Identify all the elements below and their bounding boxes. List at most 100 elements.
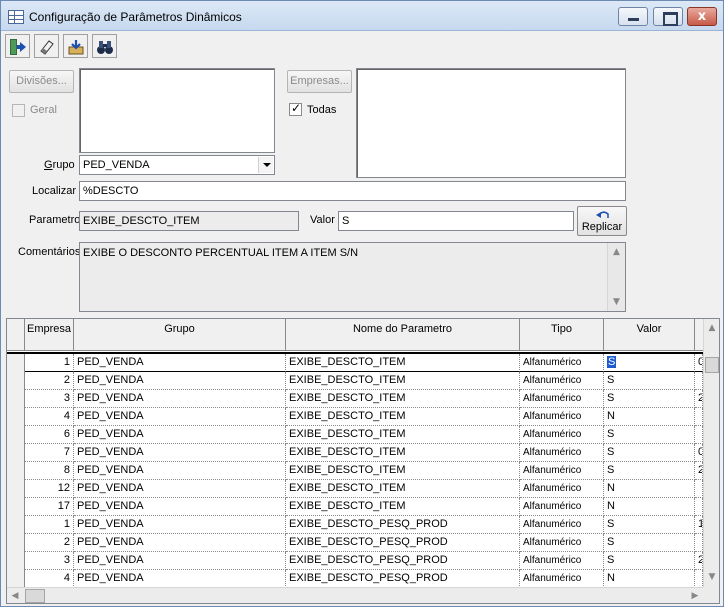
cell-tipo[interactable]: Alfanumérico <box>520 444 604 462</box>
cell-empresa[interactable]: 17 <box>25 498 74 516</box>
table-row[interactable]: 4 PED_VENDA EXIBE_DESCTO_PESQ_PROD Alfanumé… <box>7 570 703 588</box>
cell-nome-parametro[interactable]: EXIBE_DESCTO_ITEM <box>286 462 520 480</box>
table-row[interactable]: 2 PED_VENDA EXIBE_DESCTO_PESQ_PROD Alfanumé… <box>7 534 703 552</box>
cell-grupo[interactable]: PED_VENDA <box>74 516 286 534</box>
cell-tipo[interactable]: Alfanumérico <box>520 534 604 552</box>
cell-nome-parametro[interactable]: EXIBE_DESCTO_ITEM <box>286 498 520 516</box>
cell-empresa[interactable]: 4 <box>25 570 74 588</box>
cell-valor[interactable]: N <box>604 408 695 426</box>
clear-button[interactable] <box>34 34 59 58</box>
cell-next-column[interactable] <box>695 534 703 552</box>
grid-vertical-scrollbar[interactable]: ▲ ▼ <box>703 319 719 587</box>
cell-tipo[interactable]: Alfanumérico <box>520 516 604 534</box>
cell-nome-parametro[interactable]: EXIBE_DESCTO_PESQ_PROD <box>286 516 520 534</box>
table-row[interactable]: 3 PED_VENDA EXIBE_DESCTO_PESQ_PROD Alfanumé… <box>7 552 703 570</box>
cell-valor[interactable]: S <box>604 390 695 408</box>
cell-next-column[interactable]: 1 <box>695 516 703 534</box>
table-row[interactable]: 6 PED_VENDA EXIBE_DESCTO_ITEM Alfanumérico S <box>7 426 703 444</box>
grid-horizontal-scrollbar[interactable]: ◀ ▶ <box>7 587 703 603</box>
cell-next-column[interactable]: 0 <box>695 444 703 462</box>
cell-empresa[interactable]: 2 <box>25 372 74 390</box>
divisoes-button[interactable]: Divisões... <box>9 70 74 93</box>
cell-tipo[interactable]: Alfanumérico <box>520 408 604 426</box>
cell-valor[interactable]: S <box>604 354 695 372</box>
table-row[interactable]: 8 PED_VENDA EXIBE_DESCTO_ITEM Alfanumérico S… <box>7 462 703 480</box>
minimize-button[interactable] <box>618 7 648 26</box>
cell-grupo[interactable]: PED_VENDA <box>74 552 286 570</box>
cell-grupo[interactable]: PED_VENDA <box>74 408 286 426</box>
cell-empresa[interactable]: 7 <box>25 444 74 462</box>
cell-empresa[interactable]: 6 <box>25 426 74 444</box>
divisoes-list[interactable] <box>79 68 275 153</box>
cell-tipo[interactable]: Alfanumérico <box>520 480 604 498</box>
cell-valor[interactable]: S <box>604 534 695 552</box>
cell-nome-parametro[interactable]: EXIBE_DESCTO_ITEM <box>286 372 520 390</box>
cell-empresa[interactable]: 3 <box>25 390 74 408</box>
exit-button[interactable] <box>5 34 30 58</box>
scroll-thumb[interactable] <box>25 589 45 603</box>
cell-valor[interactable]: N <box>604 480 695 498</box>
cell-next-column[interactable] <box>695 570 703 588</box>
cell-empresa[interactable]: 1 <box>25 354 74 372</box>
cell-nome-parametro[interactable]: EXIBE_DESCTO_ITEM <box>286 426 520 444</box>
cell-valor[interactable]: N <box>604 570 695 588</box>
grupo-select[interactable]: PED_VENDA <box>79 155 275 175</box>
cell-nome-parametro[interactable]: EXIBE_DESCTO_ITEM <box>286 444 520 462</box>
table-row[interactable]: 7 PED_VENDA EXIBE_DESCTO_ITEM Alfanumérico S… <box>7 444 703 462</box>
column-tipo[interactable]: Tipo <box>520 319 604 351</box>
cell-valor[interactable]: S <box>604 444 695 462</box>
table-row[interactable]: 1 PED_VENDA EXIBE_DESCTO_PESQ_PROD Alfanumé… <box>7 516 703 534</box>
cell-valor[interactable]: N <box>604 498 695 516</box>
table-row[interactable]: 3 PED_VENDA EXIBE_DESCTO_ITEM Alfanumérico S… <box>7 390 703 408</box>
cell-grupo[interactable]: PED_VENDA <box>74 462 286 480</box>
column-empresa[interactable]: Empresa <box>25 319 74 351</box>
chevron-down-icon[interactable] <box>258 157 273 173</box>
comentarios-memo[interactable]: EXIBE O DESCONTO PERCENTUAL ITEM A ITEM … <box>79 242 626 312</box>
close-button[interactable]: x <box>687 7 717 26</box>
cell-tipo[interactable]: Alfanumérico <box>520 462 604 480</box>
cell-valor[interactable]: S <box>604 552 695 570</box>
cell-grupo[interactable]: PED_VENDA <box>74 426 286 444</box>
save-button[interactable] <box>63 34 88 58</box>
cell-next-column[interactable]: 2 <box>695 390 703 408</box>
table-row[interactable]: 12 PED_VENDA EXIBE_DESCTO_ITEM Alfanumérico… <box>7 480 703 498</box>
cell-nome-parametro[interactable]: EXIBE_DESCTO_ITEM <box>286 480 520 498</box>
localizar-input[interactable]: %DESCTO <box>79 181 626 201</box>
scroll-thumb[interactable] <box>705 357 719 373</box>
cell-valor[interactable]: S <box>604 372 695 390</box>
cell-valor[interactable]: S <box>604 462 695 480</box>
geral-checkbox[interactable] <box>12 104 25 117</box>
table-row-selected[interactable]: 1 PED_VENDA EXIBE_DESCTO_ITEM Alfanumérico S… <box>7 352 703 372</box>
scroll-right-icon[interactable]: ▶ <box>687 588 703 603</box>
cell-next-column[interactable]: 0 <box>695 354 703 372</box>
cell-valor[interactable]: S <box>604 516 695 534</box>
column-grupo[interactable]: Grupo <box>74 319 286 351</box>
column-nome-parametro[interactable]: Nome do Parametro <box>286 319 520 351</box>
table-row[interactable]: 17 PED_VENDA EXIBE_DESCTO_ITEM Alfanumérico… <box>7 498 703 516</box>
cell-tipo[interactable]: Alfanumérico <box>520 354 604 372</box>
find-button[interactable] <box>92 34 117 58</box>
cell-next-column[interactable] <box>695 408 703 426</box>
cell-next-column[interactable] <box>695 480 703 498</box>
empresas-button[interactable]: Empresas... <box>287 70 352 93</box>
cell-nome-parametro[interactable]: EXIBE_DESCTO_ITEM <box>286 408 520 426</box>
cell-next-column[interactable] <box>695 426 703 444</box>
cell-nome-parametro[interactable]: EXIBE_DESCTO_ITEM <box>286 354 520 372</box>
scroll-down-icon[interactable]: ▼ <box>608 294 625 310</box>
cell-tipo[interactable]: Alfanumérico <box>520 552 604 570</box>
cell-grupo[interactable]: PED_VENDA <box>74 390 286 408</box>
cell-empresa[interactable]: 12 <box>25 480 74 498</box>
cell-empresa[interactable]: 2 <box>25 534 74 552</box>
valor-input[interactable]: S <box>338 211 574 231</box>
table-row[interactable]: 4 PED_VENDA EXIBE_DESCTO_ITEM Alfanumérico N <box>7 408 703 426</box>
cell-grupo[interactable]: PED_VENDA <box>74 354 286 372</box>
cell-empresa[interactable]: 8 <box>25 462 74 480</box>
cell-valor[interactable]: S <box>604 426 695 444</box>
cell-grupo[interactable]: PED_VENDA <box>74 444 286 462</box>
cell-tipo[interactable]: Alfanumérico <box>520 372 604 390</box>
scroll-up-icon[interactable]: ▲ <box>608 244 625 260</box>
cell-grupo[interactable]: PED_VENDA <box>74 372 286 390</box>
cell-tipo[interactable]: Alfanumérico <box>520 570 604 588</box>
cell-next-column[interactable]: 2 <box>695 462 703 480</box>
cell-grupo[interactable]: PED_VENDA <box>74 570 286 588</box>
